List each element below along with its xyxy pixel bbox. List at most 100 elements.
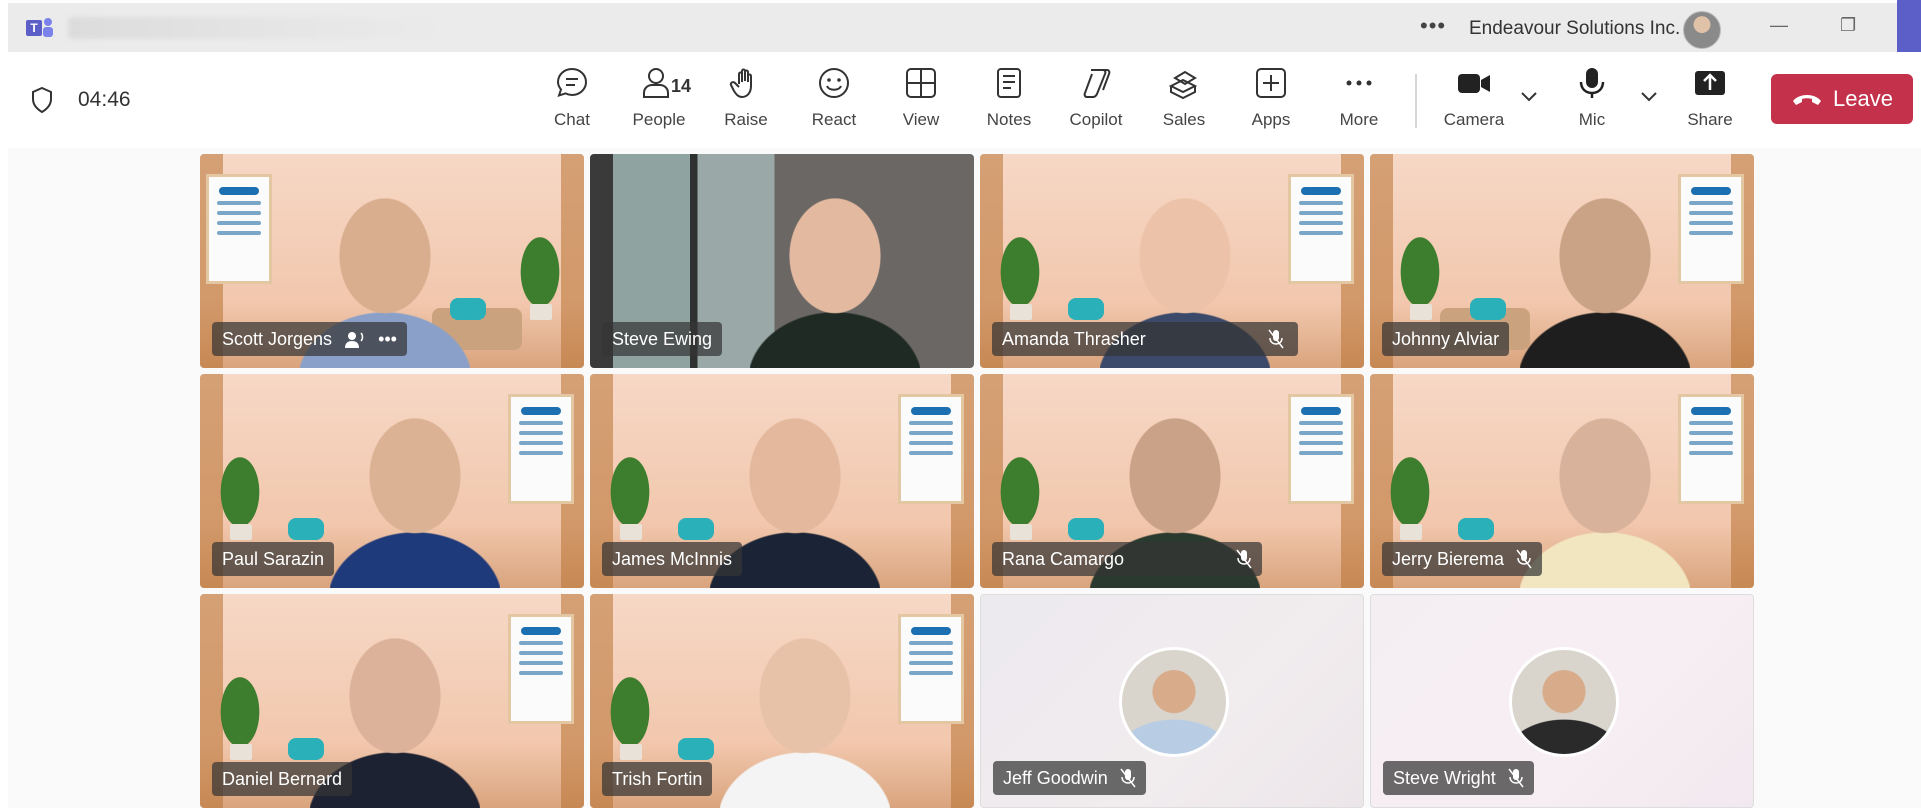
hang-up-phone-icon: [1793, 95, 1822, 105]
hand-icon: [729, 68, 752, 98]
more-options-icon[interactable]: •••: [1420, 13, 1446, 39]
participant-nameplate: Steve Ewing: [602, 322, 723, 356]
pillow-decoration: [1068, 298, 1104, 320]
plant-decoration: [990, 218, 1050, 308]
svg-text:T: T: [30, 21, 38, 35]
mic-off-icon: [1516, 549, 1532, 569]
mic-options-chevron-icon[interactable]: [1640, 90, 1658, 102]
pillow-decoration: [678, 518, 714, 540]
participant-tile[interactable]: Johnny Alviar: [1370, 154, 1754, 368]
leave-button[interactable]: Leave: [1771, 74, 1913, 124]
participant-name: Johnny Alviar: [1392, 328, 1500, 349]
view-button[interactable]: View: [881, 66, 961, 138]
participant-nameplate: Jeff Goodwin: [993, 761, 1146, 795]
plant-decoration: [600, 658, 660, 748]
share-button[interactable]: Share: [1670, 66, 1750, 138]
mic-button[interactable]: Mic: [1552, 66, 1632, 138]
organization-name: Endeavour Solutions Inc.: [1469, 18, 1681, 39]
window-titlebar: T ••• Endeavour Solutions Inc. — ❐: [8, 3, 1921, 52]
participant-tile[interactable]: Steve Wright: [1370, 594, 1754, 808]
account-avatar[interactable]: [1683, 11, 1721, 49]
meeting-controls-bar: 04:46 Chat 14 People Raise React View No…: [8, 52, 1921, 149]
participant-tile[interactable]: Amanda Thrasher: [980, 154, 1364, 368]
participant-nameplate: Paul Sarazin: [212, 542, 335, 576]
participant-nameplate: Amanda Thrasher: [992, 322, 1298, 356]
participant-tile[interactable]: James McInnis: [590, 374, 974, 588]
participant-tile[interactable]: Paul Sarazin: [200, 374, 584, 588]
pot-decoration: [1010, 524, 1032, 540]
mic-off-icon: [1120, 768, 1136, 788]
participant-tile[interactable]: Steve Ewing: [590, 154, 974, 368]
participant-options-icon[interactable]: •••: [378, 329, 397, 350]
participant-name: Jeff Goodwin: [1003, 767, 1108, 788]
participant-video: [1520, 198, 1690, 368]
copilot-icon: [1083, 69, 1111, 98]
pot-decoration: [230, 744, 252, 760]
video-camera-icon: [1458, 74, 1490, 93]
mic-label: Mic: [1578, 110, 1606, 129]
participant-name: Trish Fortin: [612, 768, 703, 789]
microphone-icon: [1579, 68, 1605, 98]
mic-off-icon: [1268, 329, 1284, 349]
camera-button[interactable]: Camera: [1434, 66, 1514, 138]
participant-name: Steve Ewing: [612, 328, 713, 349]
more-label: More: [1339, 110, 1379, 129]
notes-label: Notes: [986, 110, 1032, 129]
sales-label: Sales: [1162, 110, 1206, 129]
copilot-button[interactable]: Copilot: [1056, 66, 1136, 138]
plant-decoration: [1380, 438, 1440, 528]
restore-button[interactable]: ❐: [1840, 15, 1856, 36]
react-label: React: [811, 110, 857, 129]
participant-avatar: [1509, 647, 1619, 757]
participant-nameplate: Scott Jorgens •••: [212, 322, 407, 356]
apps-button[interactable]: Apps: [1231, 66, 1311, 138]
participant-name: Steve Wright: [1393, 767, 1496, 788]
smiley-icon: [819, 68, 849, 98]
speaking-icon: [345, 332, 364, 348]
toolbar-divider: [1415, 74, 1417, 128]
participant-name: Paul Sarazin: [222, 548, 325, 569]
participant-tile[interactable]: Trish Fortin: [590, 594, 974, 808]
shield-icon[interactable]: [30, 86, 54, 114]
share-screen-icon: [1695, 71, 1725, 95]
raise-hand-button[interactable]: Raise: [706, 66, 786, 138]
people-button[interactable]: 14 People: [619, 66, 699, 138]
leave-label: Leave: [1833, 86, 1893, 111]
plant-decoration: [990, 438, 1050, 528]
participant-nameplate: Rana Camargo: [992, 542, 1263, 576]
raise-label: Raise: [724, 110, 768, 129]
participant-tile[interactable]: Jerry Bierema: [1370, 374, 1754, 588]
camera-options-chevron-icon[interactable]: [1520, 90, 1538, 102]
pot-decoration: [530, 304, 552, 320]
pot-decoration: [620, 744, 642, 760]
participant-name: Scott Jorgens: [222, 328, 333, 349]
participant-name: Daniel Bernard: [222, 768, 343, 789]
pillow-decoration: [678, 738, 714, 760]
plant-decoration: [210, 658, 270, 748]
participant-avatar: [1119, 647, 1229, 757]
pillow-decoration: [288, 518, 324, 540]
participant-tile[interactable]: Rana Camargo: [980, 374, 1364, 588]
participant-video: [720, 638, 890, 808]
participant-nameplate: Johnny Alviar: [1382, 322, 1510, 356]
company-poster: [898, 394, 964, 504]
sales-icon: [1168, 70, 1198, 100]
react-button[interactable]: React: [794, 66, 874, 138]
participant-tile[interactable]: Daniel Bernard: [200, 594, 584, 808]
minimize-button[interactable]: —: [1770, 15, 1788, 36]
notes-button[interactable]: Notes: [969, 66, 1049, 138]
share-label: Share: [1687, 110, 1733, 129]
sales-button[interactable]: Sales: [1144, 66, 1224, 138]
company-poster: [508, 614, 574, 724]
mic-off-icon: [1236, 549, 1252, 569]
participant-tile[interactable]: Scott Jorgens •••: [200, 154, 584, 368]
pot-decoration: [1410, 304, 1432, 320]
plant-decoration: [1390, 218, 1450, 308]
company-poster: [508, 394, 574, 504]
participant-tile[interactable]: Jeff Goodwin: [980, 594, 1364, 808]
participant-name: Jerry Bierema: [1392, 548, 1505, 569]
mic-off-icon: [1508, 768, 1524, 788]
more-button[interactable]: More: [1319, 66, 1399, 138]
camera-label: Camera: [1443, 110, 1505, 129]
chat-button[interactable]: Chat: [532, 66, 612, 138]
